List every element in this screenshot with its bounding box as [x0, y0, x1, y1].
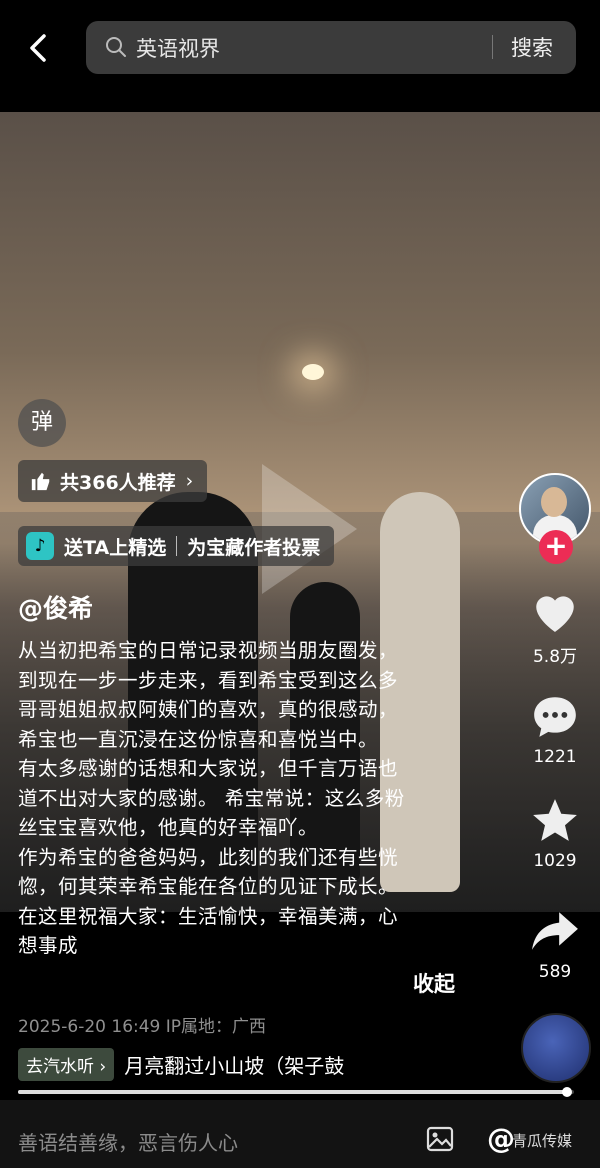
music-row[interactable]: 去汽水听 › 月亮翻过小山坡（架子鼓	[18, 1048, 369, 1081]
favorite-count: 1029	[533, 851, 577, 871]
open-qishui-button[interactable]: 去汽水听 ›	[18, 1048, 115, 1081]
description-line: 到现在一步一步走来，看到希宝受到这么多	[18, 668, 399, 692]
description-line: 道不出对大家的感谢。 希宝常说：这么多粉	[18, 786, 405, 810]
author-name[interactable]: @俊希	[18, 589, 93, 625]
image-icon[interactable]	[426, 1126, 454, 1152]
avatar-face	[541, 487, 567, 517]
open-qishui-label: 去汽水听	[26, 1057, 94, 1077]
favorite-button[interactable]: 1029	[520, 797, 590, 871]
description-line: 希宝也一直沉浸在这份惊喜和喜悦当中。	[18, 727, 379, 751]
search-divider	[492, 35, 493, 59]
description-line: 在这里祝福大家：生活愉快，幸福美满，心	[18, 904, 399, 928]
watermark: 青瓜传媒	[512, 1132, 573, 1150]
top-bar: 英语视界 搜索	[0, 0, 600, 112]
description-line: 惚，何其荣幸希宝能在各位的见证下成长。	[18, 875, 399, 898]
comment-icon	[534, 697, 576, 737]
search-box[interactable]: 英语视界 搜索	[86, 21, 576, 74]
share-button[interactable]: 589	[520, 908, 590, 982]
chevron-right-icon: ›	[185, 470, 194, 492]
like-count: 5.8万	[532, 647, 578, 667]
video-description: 从当初把希宝的日常记录视频当朋友圈发， 到现在一步一步走来，看到希宝受到这么多 …	[18, 636, 458, 958]
description-line: 有太多感谢的话想和大家说，但千言万语也	[18, 757, 399, 780]
danmu-toggle-button[interactable]: 弹	[18, 399, 66, 447]
heart-icon	[536, 596, 574, 632]
douyin-logo-icon: ♪	[26, 532, 54, 560]
progress-fill	[18, 1090, 568, 1094]
back-arrow-icon[interactable]	[20, 28, 60, 68]
recommend-count: 共366人推荐	[60, 471, 176, 494]
follow-button[interactable]: +	[539, 530, 573, 564]
progress-handle[interactable]	[562, 1087, 573, 1097]
search-query[interactable]: 英语视界	[136, 33, 220, 63]
comment-input[interactable]: 善语结善缘，恶言伤人心	[18, 1127, 238, 1156]
share-count: 589	[538, 962, 572, 982]
description-line: 哥哥姐姐叔叔阿姨们的喜欢，真的很感动，	[18, 698, 399, 721]
video-progress-bar[interactable]	[18, 1087, 574, 1097]
music-title[interactable]: 月亮翻过小山坡（架子鼓	[124, 1050, 369, 1079]
chevron-right-icon: ›	[99, 1057, 107, 1077]
mention-icon[interactable]: @	[487, 1122, 515, 1155]
music-disc-icon[interactable]	[521, 1013, 591, 1083]
featured-vote-bar[interactable]: ♪ 送TA上精选 为宝藏作者投票	[18, 526, 335, 566]
description-line: 作为希宝的爸爸妈妈，此刻的我们还有些恍	[18, 845, 399, 869]
send-featured-link[interactable]: 送TA上精选	[64, 533, 166, 560]
description-line: 从当初把希宝的日常记录视频当朋友圈发，	[18, 639, 399, 662]
comment-count: 1221	[533, 747, 577, 767]
video-sun	[302, 364, 324, 380]
thumbs-up-icon	[31, 472, 50, 491]
featured-divider	[176, 536, 178, 556]
description-line: 想事成	[18, 934, 79, 957]
star-icon	[533, 799, 577, 841]
comment-button[interactable]: 1221	[520, 693, 590, 767]
vote-author-link[interactable]: 为宝藏作者投票	[187, 533, 320, 560]
post-meta: 2025-6-20 16:49 IP属地：广西	[18, 1017, 267, 1037]
recommend-button[interactable]: 共366人推荐 ›	[18, 460, 208, 502]
like-button[interactable]: 5.8万	[520, 588, 590, 667]
description-line: 丝宝宝喜欢他，他真的好幸福吖。	[18, 816, 319, 839]
search-icon	[106, 37, 126, 57]
search-button[interactable]: 搜索	[511, 32, 553, 62]
comment-bar[interactable]: 善语结善缘，恶言伤人心 @ 青瓜传媒	[0, 1100, 600, 1168]
share-arrow-icon	[532, 912, 578, 950]
collapse-button[interactable]: 收起	[413, 968, 455, 998]
